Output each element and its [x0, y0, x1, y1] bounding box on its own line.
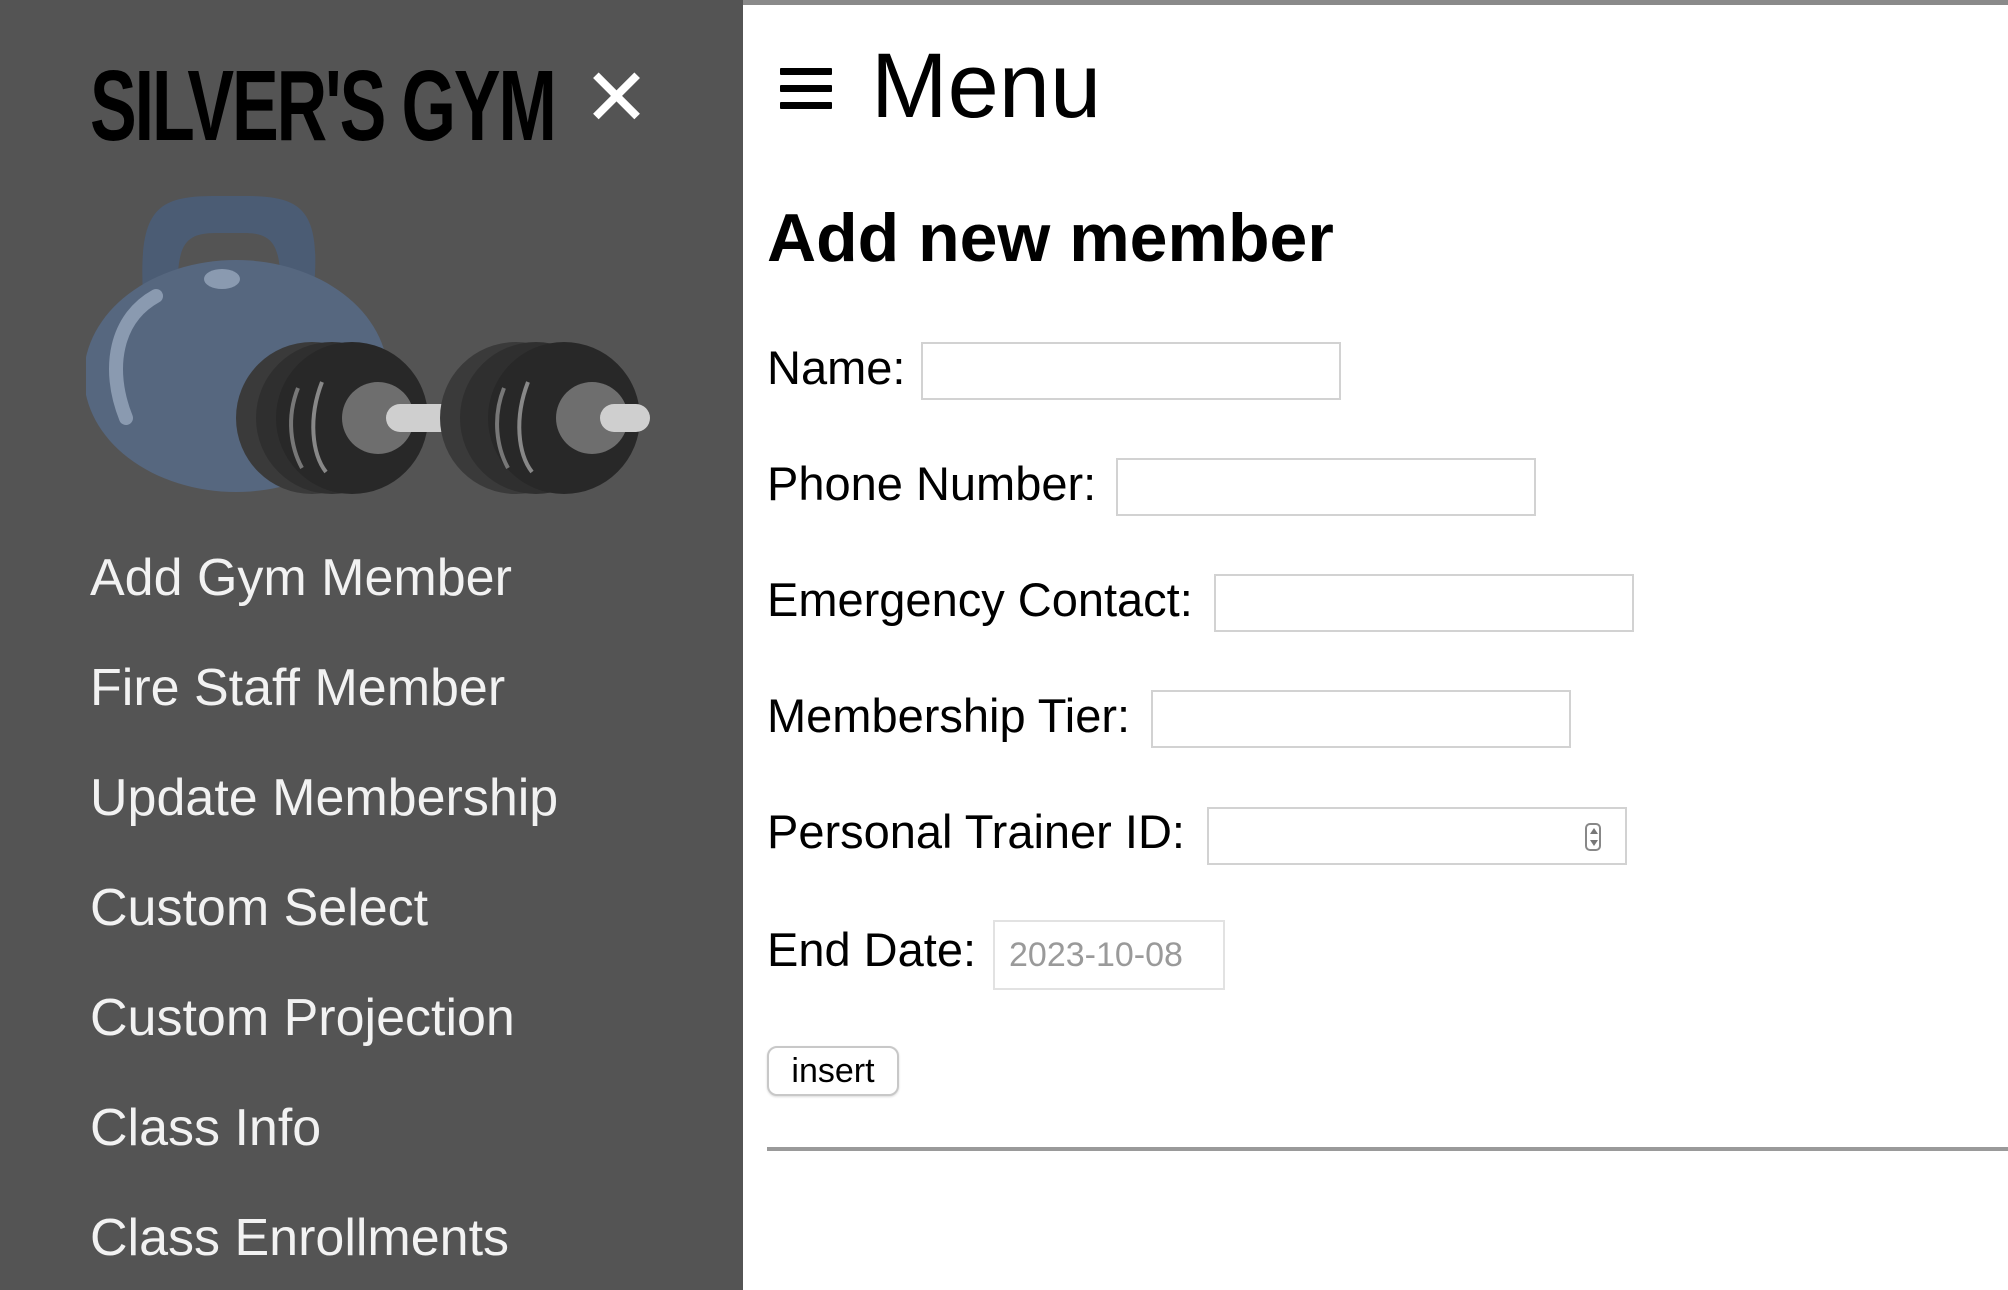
sidebar-item-class-info[interactable]: Class Info: [90, 1098, 321, 1158]
phone-number-label: Phone Number:: [767, 457, 1097, 510]
insert-button[interactable]: insert: [767, 1046, 899, 1096]
end-date-label: End Date:: [767, 923, 977, 976]
membership-tier-input[interactable]: [1151, 690, 1571, 748]
close-icon[interactable]: ✕: [583, 58, 650, 138]
sidebar-item-add-gym-member[interactable]: Add Gym Member: [90, 548, 512, 608]
sidebar-item-class-enrollments[interactable]: Class Enrollments: [90, 1208, 509, 1268]
name-input[interactable]: [921, 342, 1341, 400]
page-title: Add new member: [767, 200, 1334, 276]
brand-logo: SILVER'S GYM: [90, 50, 557, 162]
sidebar-item-update-membership[interactable]: Update Membership: [90, 768, 558, 828]
name-label: Name:: [767, 341, 906, 394]
number-stepper-icon[interactable]: [1585, 823, 1601, 851]
end-date-input[interactable]: 2023-10-08: [993, 920, 1225, 990]
divider: [767, 1147, 2008, 1151]
sidebar-item-custom-projection[interactable]: Custom Projection: [90, 988, 515, 1048]
emergency-contact-input[interactable]: [1214, 574, 1634, 632]
gym-illustration: [86, 196, 650, 494]
personal-trainer-id-input[interactable]: [1207, 807, 1627, 865]
sidebar-item-custom-select[interactable]: Custom Select: [90, 878, 428, 938]
dumbbell: [236, 342, 650, 494]
sidebar-item-fire-staff-member[interactable]: Fire Staff Member: [90, 658, 505, 718]
personal-trainer-id-label: Personal Trainer ID:: [767, 805, 1185, 858]
membership-tier-label: Membership Tier:: [767, 689, 1131, 742]
sidebar: SILVER'S GYM ✕ Add Gym Member Fire Staff…: [0, 0, 743, 1290]
phone-number-input[interactable]: [1116, 458, 1536, 516]
menu-label[interactable]: Menu: [871, 36, 1101, 136]
hamburger-icon[interactable]: [778, 60, 834, 116]
emergency-contact-label: Emergency Contact:: [767, 573, 1193, 626]
